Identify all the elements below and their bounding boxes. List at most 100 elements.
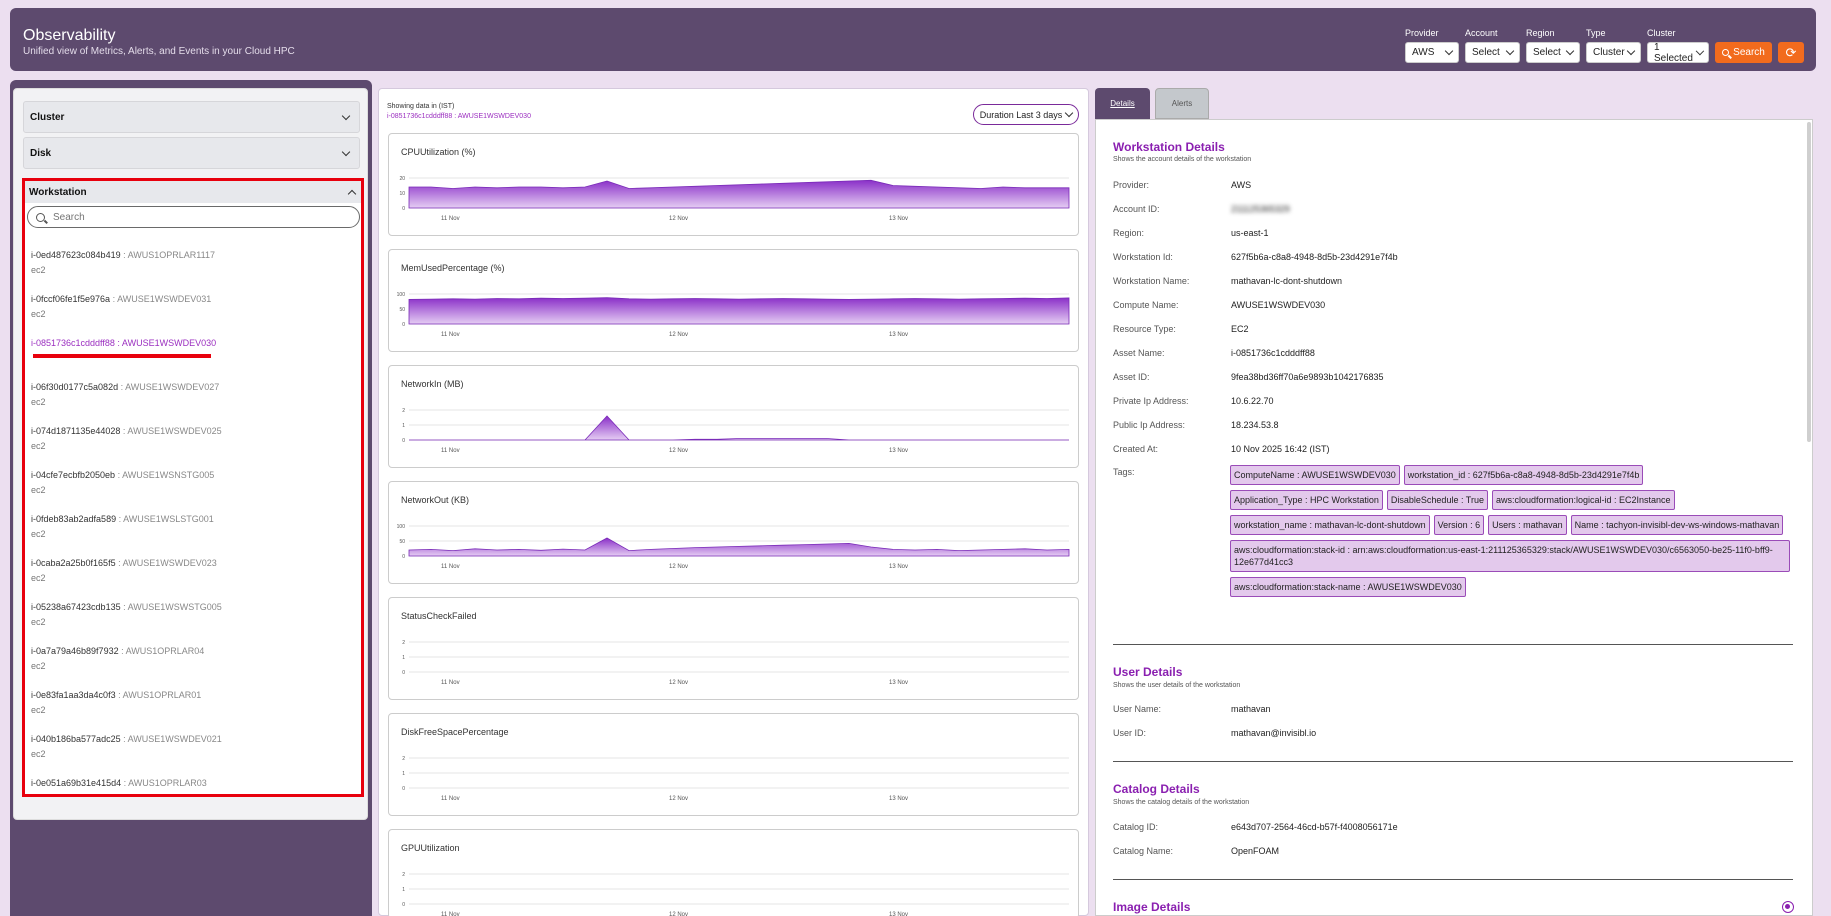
workstation-id: i-05238a67423cdb135 (31, 602, 121, 612)
type-value: Cluster (1593, 47, 1625, 58)
account-id-label: Account ID: (1113, 204, 1160, 214)
user-name-label: User Name: (1113, 704, 1162, 714)
provider-select[interactable]: AWS (1405, 42, 1459, 63)
list-item[interactable]: i-0e051a69b31e415d4 : AWUS1OPRLAR03 ec2 (31, 776, 351, 794)
workstation-id: i-0e051a69b31e415d4 (31, 778, 122, 788)
image-details-title: Image Details (1113, 900, 1191, 914)
y-tick-label: 0 (402, 554, 405, 560)
tag-chip: ComputeName : AWUSE1WSWDEV030 (1230, 465, 1400, 485)
section-divider (1113, 879, 1793, 880)
tag-chip: aws:cloudformation:stack-id : arn:aws:cl… (1230, 540, 1790, 572)
y-tick-label: 0 (402, 902, 405, 908)
selection-underline (33, 354, 211, 358)
y-tick-label: 0 (402, 670, 405, 676)
search-button[interactable]: Search (1715, 42, 1772, 63)
list-item[interactable]: i-0a7a79a46b89f7932 : AWUS1OPRLAR04 ec2 (31, 644, 351, 688)
workstation-list: i-0ed487623c084b419 : AWUS1OPRLAR1117 ec2… (31, 248, 351, 794)
account-label: Account (1465, 28, 1498, 38)
x-tick-label: 12 Nov (669, 796, 688, 802)
x-tick-label: 13 Nov (889, 332, 908, 338)
details-scrollbar[interactable] (1807, 122, 1811, 442)
workstation-id: i-040b186ba577adc25 (31, 734, 121, 744)
list-item[interactable]: i-0e83fa1aa3da4c0f3 : AWUS1OPRLAR01 ec2 (31, 688, 351, 732)
chart-plot: 2 1 0 11 Nov 12 Nov 13 Nov (402, 756, 1069, 802)
provider-filter: Provider AWS (1405, 28, 1459, 63)
provider-value: AWS (1231, 180, 1252, 190)
list-item[interactable]: i-0caba2a25b0f165f5 : AWUSE1WSWDEV023 ec2 (31, 556, 351, 600)
y-tick-label: 1 (402, 887, 405, 893)
y-tick-label: 2 (402, 756, 405, 762)
workstation-type: ec2 (31, 749, 46, 759)
workstation-id: i-0a7a79a46b89f7932 (31, 646, 119, 656)
workstation-accordion-header[interactable]: Workstation (25, 181, 361, 203)
radio-icon[interactable] (1782, 901, 1794, 913)
created-at-label: Created At: (1113, 444, 1159, 454)
chart-disk-free-space: DiskFreeSpacePercentage 2 1 0 11 Nov 12 Nov 13… (388, 713, 1079, 816)
chart-status-check-failed: StatusCheckFailed 2 1 0 11 Nov 12 Nov 13 Nov (388, 597, 1079, 700)
chart-mem-used: MemUsedPercentage (%) 100 50 0 11 Nov 12 Nov 1… (388, 249, 1079, 352)
search-icon (36, 212, 45, 222)
list-item-selected[interactable]: i-0851736c1cdddff88 : AWUSE1WSWDEV030 (31, 336, 351, 380)
chevron-down-icon (341, 147, 351, 156)
tab-alerts[interactable]: Alerts (1155, 88, 1209, 119)
list-item[interactable]: i-04cfe7ecbfb2050eb : AWUSE1WSNSTG005 ec2 (31, 468, 351, 512)
y-tick-label: 1 (402, 423, 405, 429)
y-tick-label: 100 (397, 524, 406, 530)
chevron-down-icon (1065, 108, 1074, 118)
cluster-select[interactable]: 1 Selected (1647, 42, 1709, 64)
type-select[interactable]: Cluster (1586, 42, 1641, 63)
list-item[interactable]: i-0fdeb83ab2adfa589 : AWUSE1WSLSTG001 ec2 (31, 512, 351, 556)
section-divider (1113, 644, 1793, 645)
chart-plot: 100 50 0 11 Nov 12 Nov 13 Nov (397, 292, 1070, 338)
refresh-icon: ⟳ (1785, 44, 1797, 60)
y-tick-label: 2 (402, 872, 405, 878)
x-tick-label: 11 Nov (441, 680, 460, 686)
list-item[interactable]: i-040b186ba577adc25 : AWUSE1WSWDEV021 ec2 (31, 732, 351, 776)
series-area (409, 415, 1069, 441)
y-tick-label: 50 (399, 539, 405, 545)
workstation-type: ec2 (31, 265, 46, 275)
provider-value: AWS (1412, 47, 1435, 58)
type-filter: Type Cluster (1586, 28, 1641, 63)
account-filter: Account Select (1465, 28, 1520, 63)
refresh-button[interactable]: ⟳ (1778, 42, 1804, 63)
duration-select[interactable]: Duration Last 3 days (973, 104, 1079, 125)
region-select[interactable]: Select (1526, 42, 1580, 63)
region-value: us-east-1 (1231, 228, 1269, 238)
workstation-compute-name: : AWUSE1WSWDEV025 (120, 426, 222, 436)
region-filter: Region Select (1526, 28, 1580, 63)
tag-chip: aws:cloudformation:stack-name : AWUSE1WS… (1230, 577, 1466, 597)
workstation-compute-name: : AWUSE1WSWDEV031 (110, 294, 212, 304)
chevron-down-icon (1444, 46, 1454, 56)
list-item[interactable]: i-0ed487623c084b419 : AWUS1OPRLAR1117 ec2 (31, 248, 351, 292)
workstation-compute-name: : AWUSE1WSNSTG005 (115, 470, 215, 480)
page-header: Observability Unified view of Metrics, A… (10, 8, 1816, 71)
list-item[interactable]: i-0fccf06fe1f5e976a : AWUSE1WSWDEV031 ec2 (31, 292, 351, 336)
cluster-accordion[interactable]: Cluster (23, 101, 360, 133)
search-button-label: Search (1733, 47, 1765, 58)
page-title: Observability (23, 27, 116, 44)
account-select[interactable]: Select (1465, 42, 1520, 63)
y-tick-label: 20 (399, 176, 405, 182)
list-item[interactable]: i-05238a67423cdb135 : AWUSE1WSWSTG005 ec2 (31, 600, 351, 644)
workstation-search-input[interactable] (53, 211, 313, 223)
workstation-compute-name: : AWUS1OPRLAR03 (121, 778, 207, 788)
list-item[interactable]: i-074d1871135e44028 : AWUSE1WSWDEV025 ec2 (31, 424, 351, 468)
duration-label: Duration Last 3 days (979, 109, 1063, 120)
x-tick-label: 12 Nov (669, 564, 688, 570)
x-tick-label: 13 Nov (889, 680, 908, 686)
x-tick-label: 13 Nov (889, 796, 908, 802)
x-tick-label: 12 Nov (669, 448, 688, 454)
tag-chip: Application_Type : HPC Workstation (1230, 490, 1383, 510)
chevron-up-icon (347, 189, 357, 199)
workstation-compute-name: : AWUSE1WSWDEV030 (114, 338, 217, 348)
showing-label: Showing data in (IST) (387, 103, 455, 110)
tab-details[interactable]: Details (1095, 88, 1150, 119)
user-details-subtitle: Shows the user details of the workstatio… (1113, 682, 1241, 689)
disk-accordion[interactable]: Disk (23, 137, 360, 169)
x-tick-label: 11 Nov (441, 912, 460, 916)
x-tick-label: 13 Nov (889, 448, 908, 454)
list-item[interactable]: i-06f30d0177c5a082d : AWUSE1WSWDEV027 ec2 (31, 380, 351, 424)
chevron-down-icon (341, 111, 351, 120)
workstation-id: i-06f30d0177c5a082d (31, 382, 119, 392)
